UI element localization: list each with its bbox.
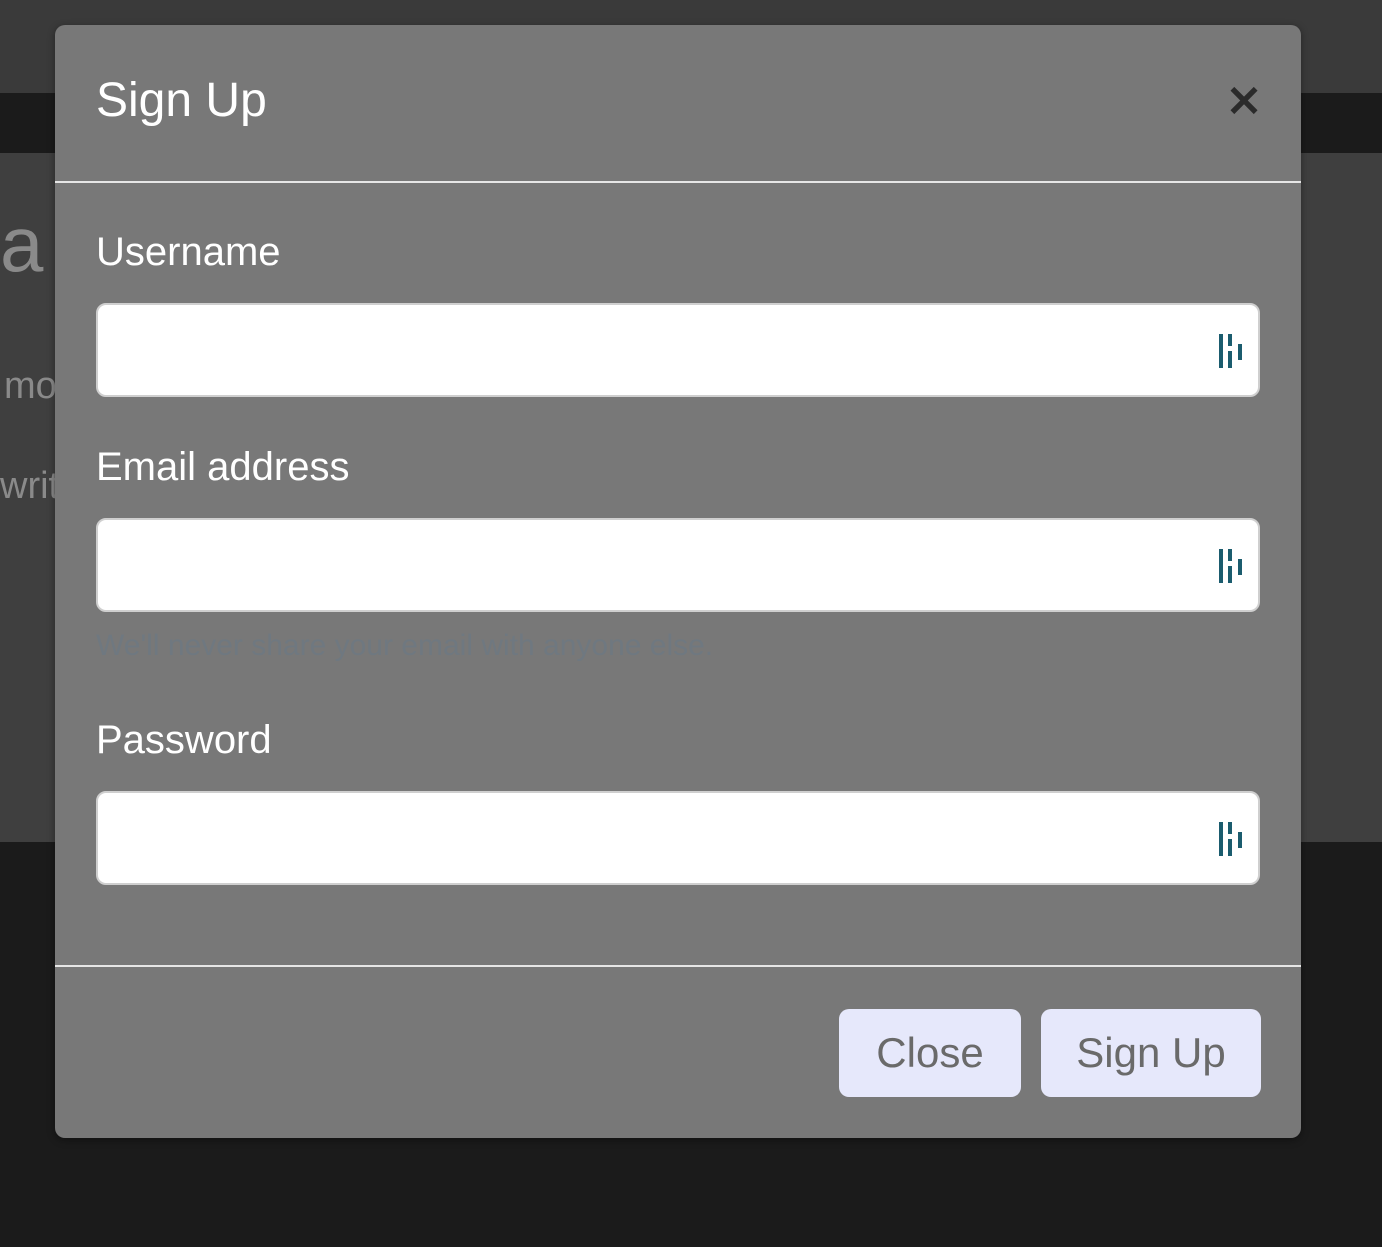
modal-header: Sign Up × bbox=[55, 25, 1301, 183]
email-help-text: We'll never share your email with anyone… bbox=[96, 629, 714, 662]
username-label: Username bbox=[96, 230, 281, 274]
email-input[interactable] bbox=[96, 518, 1260, 612]
background-heading: a bbox=[0, 200, 44, 288]
password-label: Password bbox=[96, 718, 272, 762]
username-input[interactable] bbox=[96, 303, 1260, 397]
background-lead-text: mo bbox=[4, 365, 57, 407]
signup-modal: Sign Up × Username Email address We'll n… bbox=[55, 25, 1301, 1138]
email-label: Email address bbox=[96, 445, 350, 489]
password-input[interactable] bbox=[96, 791, 1260, 885]
modal-footer: Close Sign Up bbox=[55, 965, 1301, 1138]
autofill-key-icon[interactable] bbox=[1218, 819, 1248, 859]
background-body-text: writ bbox=[0, 465, 60, 507]
sign-up-button[interactable]: Sign Up bbox=[1041, 1009, 1261, 1097]
autofill-key-icon[interactable] bbox=[1218, 546, 1248, 586]
modal-title: Sign Up bbox=[96, 74, 267, 127]
close-icon[interactable]: × bbox=[1220, 75, 1268, 123]
close-button[interactable]: Close bbox=[839, 1009, 1021, 1097]
autofill-key-icon[interactable] bbox=[1218, 331, 1248, 371]
